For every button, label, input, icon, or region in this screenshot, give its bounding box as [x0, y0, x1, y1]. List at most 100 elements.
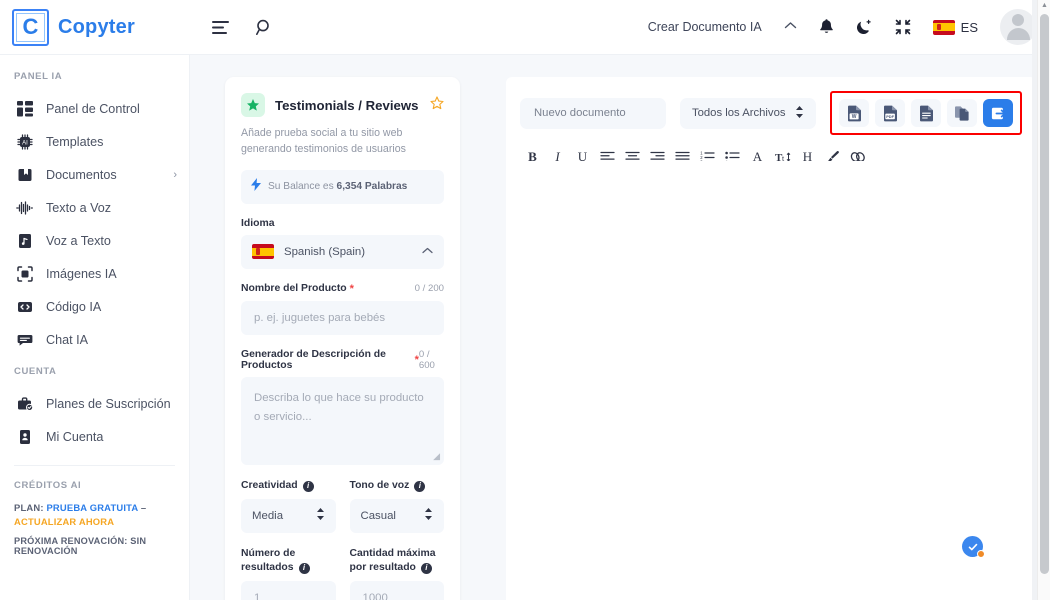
- sidebar-item-texto-a-voz[interactable]: Texto a Voz: [0, 191, 189, 224]
- hamburger-icon[interactable]: [212, 20, 230, 35]
- language-select[interactable]: Spanish (Spain): [241, 234, 444, 269]
- product-name-label: Nombre del Producto: [241, 283, 347, 295]
- page-title: Testimonials / Reviews: [275, 97, 419, 113]
- sidebar-item-chat-ia[interactable]: Chat IA: [0, 323, 189, 356]
- max-amount-label-row: Cantidad máxima por resultado i: [350, 547, 445, 575]
- resize-grip-icon[interactable]: ◢: [433, 451, 440, 462]
- sidebar-item-mi-cuenta[interactable]: Mi Cuenta: [0, 420, 189, 453]
- export-text-button[interactable]: [911, 99, 941, 127]
- balance-value: 6,354 Palabras: [336, 181, 408, 193]
- language-label: Idioma: [241, 217, 275, 229]
- required-marker: *: [349, 282, 354, 295]
- editor-panel: Nuevo documento Todos los Archivos W PDF…: [506, 77, 1036, 600]
- description-placeholder: Describa lo que hace su producto o servi…: [254, 391, 424, 424]
- file-filter-select[interactable]: Todos los Archivos: [679, 97, 816, 129]
- description-textarea[interactable]: Describa lo que hace su producto o servi…: [241, 376, 444, 465]
- document-name-input[interactable]: Nuevo documento: [520, 97, 666, 129]
- description-label-row: Generador de Descripción de Productos * …: [241, 349, 444, 371]
- sidebar-item-panel-de-control[interactable]: Panel de Control: [0, 92, 189, 125]
- editor-canvas[interactable]: [506, 161, 1036, 600]
- status-badge[interactable]: [962, 536, 985, 558]
- sidebar-item-voz-a-texto[interactable]: Voz a Texto: [0, 224, 189, 257]
- dashboard-icon: [16, 100, 33, 117]
- plan-separator: –: [140, 502, 147, 513]
- stepper-icon: [316, 507, 325, 524]
- sidebar-item-templates[interactable]: AI Templates: [0, 125, 189, 158]
- scroll-up-arrow-icon[interactable]: ▲: [1041, 2, 1048, 9]
- star-outline-icon[interactable]: [430, 95, 444, 115]
- description-label: Generador de Descripción de Productos: [241, 348, 386, 371]
- notification-dot: [977, 550, 985, 558]
- search-icon[interactable]: [256, 19, 273, 36]
- credits-block: PLAN: PRUEBA GRATUITA – ACTUALIZAR AHORA…: [0, 501, 189, 556]
- document-name-placeholder: Nuevo documento: [534, 107, 626, 119]
- sidebar-item-planes-de-suscripcion[interactable]: Planes de Suscripción: [0, 387, 189, 420]
- language-select-value: Spanish (Spain): [284, 245, 366, 258]
- tone-select[interactable]: Casual: [349, 498, 444, 533]
- product-name-label-row: Nombre del Producto * 0 / 200: [241, 283, 444, 295]
- sidebar-item-label: Código IA: [46, 299, 102, 314]
- export-word-button[interactable]: W: [839, 99, 869, 127]
- sidebar-item-documentos[interactable]: Documentos ›: [0, 158, 189, 191]
- sidebar-item-label: Panel de Control: [46, 101, 140, 116]
- chevron-up-icon: [422, 246, 433, 257]
- avatar[interactable]: [1000, 9, 1036, 45]
- bell-icon[interactable]: [819, 18, 834, 36]
- results-label-row: Número de resultados i: [241, 547, 336, 575]
- save-document-button[interactable]: [983, 99, 1013, 127]
- sidebar-item-label: Templates: [46, 134, 104, 149]
- lightning-icon: [251, 177, 261, 196]
- export-pdf-button[interactable]: PDF: [875, 99, 905, 127]
- stepper-icon: [424, 507, 433, 524]
- sidebar-divider: [14, 465, 175, 466]
- sidebar-item-codigo-ia[interactable]: Código IA: [0, 290, 189, 323]
- form-card-header: Testimonials / Reviews: [241, 93, 444, 117]
- scrollbar-thumb[interactable]: [1040, 14, 1049, 574]
- language-selector[interactable]: ES: [932, 19, 978, 35]
- sidebar-item-label: Mi Cuenta: [46, 429, 104, 444]
- main-content: Testimonials / Reviews Añade prueba soci…: [190, 55, 1050, 600]
- max-amount-value: 1000: [362, 591, 388, 600]
- tone-label-row: Tono de voz i: [350, 479, 445, 493]
- upgrade-link[interactable]: ACTUALIZAR AHORA: [14, 516, 114, 527]
- stepper-icon: [795, 105, 804, 122]
- chevron-up-icon[interactable]: [784, 21, 797, 33]
- logo-letter: C: [22, 14, 39, 39]
- tone-label: Tono de voz: [349, 479, 410, 491]
- balance-prefix: Su Balance es: [268, 181, 334, 193]
- editor-toolbar-row: Nuevo documento Todos los Archivos W PDF: [506, 77, 1036, 135]
- info-icon[interactable]: i: [420, 562, 432, 574]
- sidebar-item-label: Planes de Suscripción: [46, 396, 171, 411]
- chip-ai-icon: AI: [16, 133, 33, 150]
- brand-name: Copyter: [58, 15, 135, 38]
- sidebar-item-label: Imágenes IA: [46, 266, 117, 281]
- brand-logo[interactable]: C Copyter: [0, 8, 190, 46]
- spain-flag-icon: [932, 19, 955, 35]
- briefcase-icon: [16, 395, 33, 412]
- info-icon[interactable]: i: [414, 480, 426, 492]
- results-value: 1: [254, 591, 261, 600]
- product-name-input[interactable]: p. ej. juguetes para bebés: [241, 300, 444, 335]
- creativity-select[interactable]: Media: [241, 498, 336, 533]
- info-icon[interactable]: i: [298, 562, 310, 574]
- sidebar-section-credits: CRÉDITOS AI: [14, 480, 82, 491]
- creativity-value: Media: [252, 509, 284, 522]
- info-icon[interactable]: i: [302, 480, 314, 492]
- collapse-icon[interactable]: [895, 19, 911, 35]
- max-amount-input[interactable]: 1000: [349, 580, 444, 600]
- balance-text: Su Balance es 6,354 Palabras: [268, 181, 407, 192]
- star-icon: [241, 93, 265, 117]
- plan-line: PLAN: PRUEBA GRATUITA – ACTUALIZAR AHORA: [14, 501, 175, 528]
- sidebar-item-label: Chat IA: [46, 332, 88, 347]
- results-amount-row: Número de resultados i 1 Cantidad máxima …: [241, 533, 444, 600]
- sidebar-item-label: Texto a Voz: [46, 200, 112, 215]
- topbar-right-controls: Crear Documento IA ES: [648, 9, 1050, 45]
- create-document-link[interactable]: Crear Documento IA: [648, 20, 762, 34]
- window-scrollbar[interactable]: ▲: [1037, 0, 1050, 600]
- creativity-tone-row: Creatividad i Media Tono de voz i Casual: [241, 465, 444, 533]
- sidebar-item-imagenes-ia[interactable]: Imágenes IA: [0, 257, 189, 290]
- sidebar-item-label: Voz a Texto: [46, 233, 111, 248]
- copy-document-button[interactable]: [947, 99, 977, 127]
- moon-icon[interactable]: [856, 19, 873, 36]
- results-input[interactable]: 1: [241, 580, 336, 600]
